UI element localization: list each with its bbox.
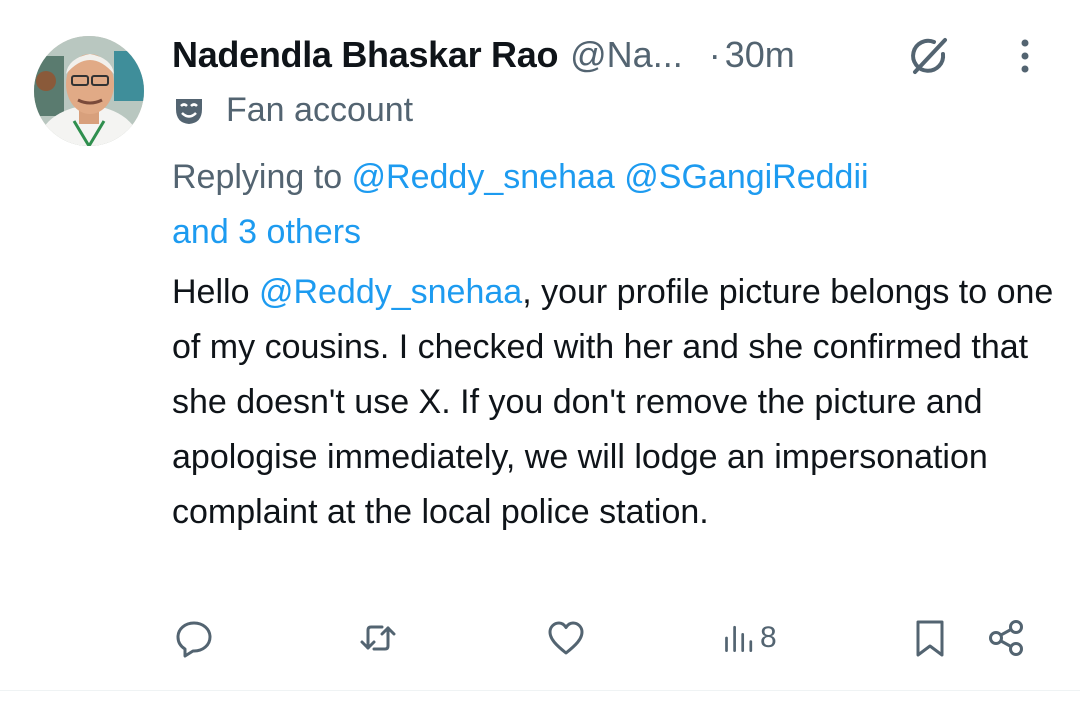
author-name[interactable]: Nadendla Bhaskar Rao: [172, 34, 558, 76]
replying-to-prefix: Replying to: [172, 158, 352, 196]
reply-icon: [176, 621, 212, 658]
repost-button[interactable]: [358, 612, 398, 664]
tweet[interactable]: Nadendla Bhaskar Rao @Na... · 30m Fan ac…: [0, 0, 1080, 688]
post-text-start: Hello: [172, 273, 259, 311]
mention-link[interactable]: @Reddy_snehaa: [352, 158, 615, 196]
account-label: Fan account: [172, 88, 413, 132]
post-header: Nadendla Bhaskar Rao @Na... · 30m: [172, 30, 1062, 80]
replying-to: Replying to @Reddy_snehaa @SGangiReddii …: [172, 150, 1052, 260]
fan-account-mask-icon: [172, 93, 206, 127]
share-button[interactable]: [986, 612, 1026, 664]
post-text-rest: , your profile picture belongs to one of…: [172, 273, 1054, 531]
views-button[interactable]: 8: [722, 612, 777, 664]
repost-icon: [360, 625, 396, 651]
account-label-text: Fan account: [226, 90, 414, 129]
action-bar: 8: [172, 612, 1032, 664]
grok-icon[interactable]: [905, 32, 953, 80]
reply-button[interactable]: [174, 612, 214, 664]
like-button[interactable]: [546, 612, 586, 664]
views-icon: [725, 625, 753, 652]
author-handle[interactable]: @Na...: [570, 34, 683, 76]
post-text: Hello @Reddy_snehaa, your profile pictur…: [172, 265, 1062, 540]
divider: [0, 690, 1080, 691]
post-time[interactable]: 30m: [725, 34, 795, 76]
views-count: 8: [760, 621, 777, 654]
like-icon: [548, 621, 584, 655]
mention-link[interactable]: @Reddy_snehaa: [259, 273, 522, 311]
separator-dot: ·: [708, 34, 721, 75]
others-link[interactable]: and 3 others: [172, 213, 361, 251]
bookmark-icon: [916, 620, 944, 657]
author-avatar[interactable]: [34, 36, 144, 146]
bookmark-button[interactable]: [910, 612, 950, 664]
more-options-icon[interactable]: [1010, 36, 1040, 76]
mention-link[interactable]: @SGangiReddii: [624, 158, 868, 196]
share-icon: [989, 620, 1023, 656]
